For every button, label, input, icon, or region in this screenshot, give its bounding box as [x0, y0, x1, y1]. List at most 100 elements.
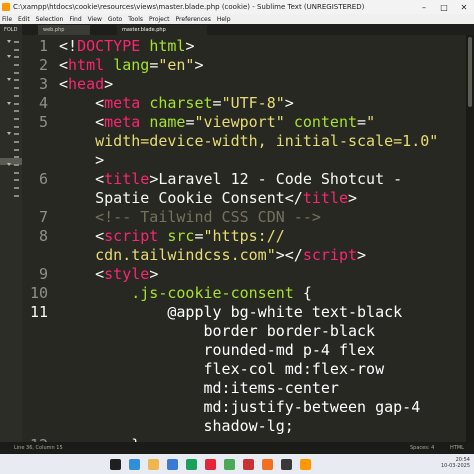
store-icon[interactable]: [167, 458, 178, 470]
code-line[interactable]: Spatie Cookie Consent</title>: [59, 189, 357, 208]
code-token: >: [149, 265, 159, 283]
opera-icon[interactable]: [205, 458, 216, 470]
tab-web-php[interactable]: web.php: [38, 25, 90, 35]
code-token: <: [59, 227, 105, 245]
browser-icon[interactable]: [186, 458, 197, 470]
code-line[interactable]: shadow-lg;: [59, 417, 294, 436]
menu-view[interactable]: View: [85, 16, 105, 23]
code-token: <: [59, 75, 69, 93]
menu-help[interactable]: Help: [214, 16, 234, 23]
code-line[interactable]: <head>: [59, 75, 113, 94]
line-number: 3: [38, 75, 48, 93]
menu-file[interactable]: File: [0, 16, 15, 23]
code-line[interactable]: md:justify-between gap-4: [59, 398, 420, 417]
code-line[interactable]: cdn.tailwindcss.com"></script>: [59, 246, 366, 265]
code-token: .js-cookie-consent: [59, 284, 294, 302]
code-line[interactable]: width=device-width, initial-scale=1.0": [59, 132, 438, 151]
code-line[interactable]: <!DOCTYPE html>: [59, 37, 194, 56]
code-token: title: [104, 170, 150, 188]
code-token: >: [348, 189, 358, 207]
code-line[interactable]: <style>: [59, 265, 158, 284]
code-token: lang: [113, 56, 150, 74]
xampp-icon[interactable]: [262, 458, 273, 470]
edge-icon[interactable]: [129, 458, 140, 470]
code-token: cdn.tailwindcss.com": [59, 246, 276, 264]
code-line[interactable]: border border-black: [59, 322, 375, 341]
code-token: head: [68, 75, 105, 93]
code-token: charset: [149, 94, 213, 112]
line-number: 1: [38, 37, 48, 55]
code-token: <!-- Tailwind CSS CDN -->: [59, 208, 321, 226]
code-token: ": [366, 113, 376, 131]
menu-selection[interactable]: Selection: [33, 16, 67, 23]
line-number-gutter: 123456789101112: [22, 35, 58, 442]
code-line[interactable]: .js-cookie-consent {: [59, 284, 312, 303]
code-token: flex-col md:flex-row: [59, 360, 385, 378]
code-token: width=device-width, initial-scale=1.0": [59, 132, 439, 150]
menu-find[interactable]: Find: [66, 16, 84, 23]
search-icon[interactable]: [110, 458, 121, 470]
code-token: <: [59, 170, 105, 188]
chrome-icon[interactable]: [224, 458, 235, 470]
close-button[interactable]: ✕: [454, 3, 474, 12]
maximize-button[interactable]: □: [434, 3, 454, 12]
code-token: content: [293, 113, 358, 131]
code-line[interactable]: <meta name="viewport" content=": [59, 113, 375, 132]
code-line[interactable]: rounded-md p-4 flex: [59, 341, 375, 360]
window-title: C:\xampp\htdocs\cookie\resources\views\m…: [13, 3, 365, 11]
menu-project[interactable]: Project: [146, 16, 173, 23]
folder-tree[interactable]: [0, 38, 22, 199]
code-token: >: [194, 56, 204, 74]
line-number: 9: [38, 265, 48, 283]
code-token: md:justify-between gap-4: [59, 398, 421, 416]
menu-preferences[interactable]: Preferences: [173, 16, 214, 23]
code-line[interactable]: <title>Laravel 12 - Code Shotcut -: [59, 170, 402, 189]
code-line[interactable]: <meta charset="UTF-8">: [59, 94, 294, 113]
code-line[interactable]: <html lang="en">: [59, 56, 204, 75]
tab-master-blade-php[interactable]: master.blade.php: [117, 25, 207, 35]
code-line[interactable]: <!-- Tailwind CSS CDN -->: [59, 208, 321, 227]
code-token: meta: [104, 94, 141, 112]
filezilla-icon[interactable]: [243, 458, 254, 470]
code-line[interactable]: >: [59, 151, 104, 170]
code-token: Spatie Cookie Consent</: [59, 189, 303, 207]
code-editor[interactable]: 123456789101112 <!DOCTYPE html><html lan…: [22, 35, 474, 442]
menu-edit[interactable]: Edit: [15, 16, 33, 23]
sublime-taskbar-icon[interactable]: [300, 458, 311, 470]
line-number: 10: [29, 284, 48, 302]
code-token: script: [302, 246, 358, 264]
code-token: >: [284, 94, 294, 112]
menu-tools[interactable]: Tools: [125, 16, 146, 23]
code-line[interactable]: @apply bg-white text-black: [59, 303, 402, 322]
code-token: DOCTYPE: [77, 37, 141, 55]
code-token: name: [149, 113, 186, 131]
code-token: ></: [275, 246, 303, 264]
code-token: >: [357, 246, 367, 264]
files-icon[interactable]: [148, 458, 159, 470]
clock[interactable]: 20:54 10-03-2025: [441, 457, 470, 469]
code-token: =: [149, 56, 159, 74]
line-number: 2: [38, 56, 48, 74]
code-token: "en": [158, 56, 195, 74]
code-line[interactable]: <script src="https://: [59, 227, 285, 246]
code-token: >: [104, 75, 114, 93]
code-token: html: [149, 37, 186, 55]
scrollbar-thumb[interactable]: [468, 37, 472, 107]
menu-goto[interactable]: Goto: [105, 16, 125, 23]
code-token: shadow-lg;: [59, 417, 294, 435]
vertical-scrollbar[interactable]: [466, 35, 474, 442]
menu-bar: File Edit Selection Find View Goto Tools…: [0, 14, 474, 24]
code-line[interactable]: md:items-center: [59, 379, 338, 398]
minimize-button[interactable]: –: [414, 3, 434, 12]
terminal-icon[interactable]: [281, 458, 292, 470]
code-area[interactable]: <!DOCTYPE html> <html lang="en"> <head> <m…: [59, 35, 465, 442]
line-number: 6: [38, 170, 48, 188]
clock-date: 10-03-2025: [440, 463, 470, 469]
code-line[interactable]: flex-col md:flex-row: [59, 360, 384, 379]
syntax-mode[interactable]: HTML: [450, 445, 474, 451]
tab-bar: web.php master.blade.php: [22, 24, 474, 35]
indentation-setting[interactable]: Spaces: 4: [410, 445, 450, 451]
